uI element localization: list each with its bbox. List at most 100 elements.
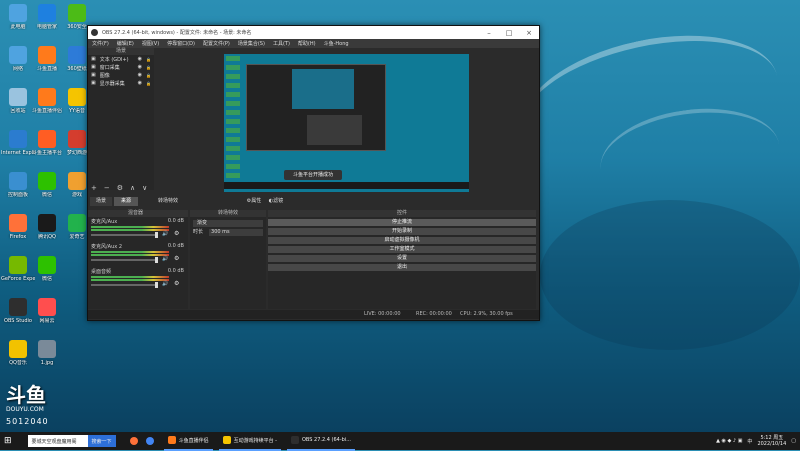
eye-icon[interactable]: ◉ — [138, 56, 142, 62]
duration-row: 时长 300 ms — [193, 229, 263, 236]
preview-desktop-icons — [226, 56, 240, 186]
clock[interactable]: 5:12 周五 2022/10/14 — [757, 435, 786, 447]
source-item[interactable]: ▣ 图像 ◉ 🔒 — [88, 71, 154, 79]
controls-list: 停止推流开始录制启动虚拟摄像机 工作室模式设置退出 — [268, 219, 536, 271]
up-arrow-icon[interactable]: ∧ — [130, 184, 135, 192]
channel-name: 麦克风/Aux 2 — [91, 244, 123, 250]
speaker-icon[interactable]: 🔊 — [162, 256, 168, 262]
game-icon — [68, 172, 86, 190]
remove-icon[interactable]: − — [104, 184, 110, 192]
volume-slider[interactable] — [91, 257, 158, 263]
desktop-icon[interactable]: 斗鱼主播平台 — [30, 130, 64, 156]
maximize-button[interactable]: □ — [499, 29, 519, 37]
input-language[interactable]: 中 — [747, 438, 752, 445]
speaker-icon[interactable]: 🔊 — [162, 231, 168, 237]
menu-item[interactable]: 场景集合(S) — [234, 40, 269, 47]
minimize-button[interactable]: – — [479, 29, 499, 37]
lock-icon[interactable]: 🔒 — [146, 81, 154, 86]
gear-icon[interactable]: ⚙ — [174, 230, 179, 237]
recycle-bin-icon — [9, 88, 27, 106]
eye-icon[interactable]: ◉ — [138, 72, 142, 78]
volume-slider[interactable] — [91, 232, 158, 238]
control-panel-icon — [9, 172, 27, 190]
eye-icon[interactable]: ◉ — [138, 64, 142, 70]
control-button[interactable]: 启动虚拟摄像机 — [268, 237, 536, 244]
properties-button[interactable]: ⚙属性 — [244, 197, 264, 206]
taskbar-app[interactable]: 互动游戏持续平台 - — [218, 431, 281, 451]
control-button[interactable]: 设置 — [268, 255, 536, 262]
menu-item[interactable]: 斗鱼-Hong — [320, 40, 353, 47]
chrome-taskbar-icon[interactable] — [142, 432, 158, 450]
game-icon — [68, 130, 86, 148]
app-icon — [167, 436, 176, 444]
desktop-icon[interactable]: 网易云 — [30, 298, 64, 324]
down-arrow-icon[interactable]: ∨ — [142, 184, 147, 192]
lock-icon[interactable]: 🔒 — [146, 73, 154, 78]
tab-scenes[interactable]: 场景 — [90, 197, 112, 206]
gear-icon[interactable]: ⚙ — [174, 280, 179, 287]
tab-transitions[interactable]: 转场特效 — [148, 197, 188, 206]
toast-message: 斗鱼平台开播成功 — [284, 170, 342, 180]
desktop-icon[interactable]: 腾讯QQ — [30, 214, 64, 240]
level-meter — [91, 254, 169, 256]
menu-item[interactable]: 配置文件(P) — [199, 40, 234, 47]
desktop-icon[interactable]: 电脑管家 — [30, 4, 64, 30]
firefox-taskbar-icon[interactable] — [126, 432, 142, 450]
transition-select[interactable]: 渐变 — [193, 220, 263, 227]
volume-slider[interactable] — [91, 282, 158, 288]
control-button[interactable]: 退出 — [268, 264, 536, 271]
mixer-channel: 麦克风/Aux 2 0.0 dB 🔊 ⚙ — [88, 242, 188, 267]
lock-icon[interactable]: 🔒 — [146, 57, 154, 62]
scenes-header: 场景 — [88, 48, 154, 55]
source-item[interactable]: ▣ 文本 (GDI+) ◉ 🔒 — [88, 55, 154, 63]
search-box[interactable]: 要城天空观盘魔用阁 — [27, 435, 88, 447]
close-button[interactable]: × — [519, 29, 539, 37]
channel-db: 0.0 dB — [167, 218, 184, 224]
search-button[interactable]: 搜索一下 — [87, 435, 116, 447]
obs-window-title: OBS 27.2.4 (64-bit, windows) - 配置文件: 未命名… — [102, 30, 252, 36]
source-item[interactable]: ▣ 窗口采集 ◉ 🔒 — [88, 63, 154, 71]
desktop-icon[interactable]: 斗鱼直播伴侣 — [30, 88, 64, 114]
image-file-icon — [38, 340, 56, 358]
source-item[interactable]: ▣ 显示器采集 ◉ 🔒 — [88, 79, 154, 87]
tab-sources[interactable]: 来源 — [114, 197, 138, 206]
sources-list: ▣ 文本 (GDI+) ◉ 🔒 ▣ 窗口采集 ◉ 🔒 ▣ 图像 ◉ 🔒 ▣ 显示器采集 ◉ 🔒 — [88, 55, 154, 87]
duration-input[interactable]: 300 ms — [209, 229, 263, 236]
desktop-icon[interactable]: 斗鱼直播 — [30, 46, 64, 72]
control-button[interactable]: 停止推流 — [268, 219, 536, 226]
app-icon — [222, 436, 231, 444]
desktop-icon[interactable]: 微信 — [30, 172, 64, 198]
desktop-icon[interactable]: 1.jpg — [30, 340, 64, 366]
level-meter — [91, 279, 169, 281]
speaker-icon[interactable]: 🔊 — [162, 281, 168, 287]
transitions-header: 转场特效 — [190, 210, 266, 217]
obs-titlebar[interactable]: OBS 27.2.4 (64-bit, windows) - 配置文件: 未命名… — [88, 26, 539, 39]
desktop-icon[interactable]: 微信 — [30, 256, 64, 282]
system-tray: ▲ ◉ ◆ ♪ ▣ 中 5:12 周五 2022/10/14 ▢ — [712, 432, 800, 450]
menu-item[interactable]: 文件(F) — [88, 40, 113, 47]
preview-canvas[interactable]: 斗鱼平台开播成功 — [224, 54, 469, 192]
tray-icons[interactable]: ▲ ◉ ◆ ♪ ▣ — [716, 438, 742, 444]
taskbar-app[interactable]: OBS 27.2.4 (64-bi... — [286, 431, 355, 451]
iqiyi-icon — [68, 214, 86, 232]
menu-item[interactable]: 停靠窗口(D) — [163, 40, 199, 47]
taskbar-app[interactable]: 斗鱼直播伴侣 — [163, 431, 213, 451]
menu-item[interactable]: 编辑(E) — [113, 40, 138, 47]
control-button[interactable]: 开始录制 — [268, 228, 536, 235]
add-icon[interactable]: + — [91, 184, 97, 192]
menu-item[interactable]: 帮助(H) — [294, 40, 320, 47]
gear-icon[interactable]: ⚙ — [117, 184, 123, 192]
taskbar-apps: 斗鱼直播伴侣 互动游戏持续平台 - OBS 27.2.4 (64-bi... — [158, 431, 355, 451]
lock-icon[interactable]: 🔒 — [146, 65, 154, 70]
notification-icon[interactable]: ▢ — [791, 438, 796, 444]
menu-item[interactable]: 视图(V) — [138, 40, 163, 47]
menu-item[interactable]: 工具(T) — [269, 40, 294, 47]
filters-button[interactable]: ◐滤镜 — [266, 197, 286, 206]
360-icon — [68, 4, 86, 22]
start-button[interactable]: ⊞ — [0, 432, 16, 450]
gear-icon[interactable]: ⚙ — [174, 255, 179, 262]
transitions-dock: 转场特效 渐变 时长 300 ms — [190, 210, 266, 309]
channel-db: 0.0 dB — [167, 268, 184, 274]
eye-icon[interactable]: ◉ — [138, 80, 142, 86]
control-button[interactable]: 工作室模式 — [268, 246, 536, 253]
